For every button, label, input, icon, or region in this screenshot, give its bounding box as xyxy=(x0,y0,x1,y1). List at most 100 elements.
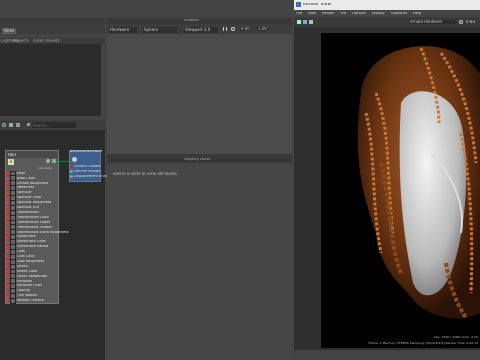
window-controls: × xyxy=(232,1,292,9)
node-hair-close-icon[interactable] xyxy=(46,159,50,163)
render-menu-render[interactable]: Render xyxy=(322,12,334,16)
node-sg-output-label: Volume Shader xyxy=(74,169,101,173)
connection-wire xyxy=(59,161,69,162)
tab-hires[interactable]: Hires xyxy=(2,28,17,34)
port-icon[interactable] xyxy=(6,201,9,205)
settings-icon[interactable] xyxy=(459,20,463,24)
node-attr-label: Metalness xyxy=(17,186,35,190)
port-icon[interactable] xyxy=(6,181,9,185)
port-icon[interactable] xyxy=(6,299,9,303)
render-menu-display[interactable]: Display xyxy=(372,12,385,16)
viewport-dropdown[interactable]: Hardware xyxy=(109,27,137,33)
node-hair-icon: A xyxy=(8,159,14,165)
render-image[interactable]: size: 1920 x 1080 zoom: 0.25 Frame: 1 Me… xyxy=(321,33,480,348)
port-icon[interactable] xyxy=(70,170,73,173)
viewport-dropdown[interactable]: Sphere xyxy=(143,27,177,33)
port-icon[interactable] xyxy=(6,289,9,293)
port-icon[interactable] xyxy=(70,165,73,168)
node-attr-label: Subsurface xyxy=(17,235,36,239)
maximize-icon[interactable] xyxy=(260,3,264,7)
node-attr-label: Base Color xyxy=(17,176,36,180)
port-icon[interactable] xyxy=(6,245,9,249)
pause-icon[interactable] xyxy=(223,27,227,31)
port-icon[interactable] xyxy=(6,176,9,180)
property-editor-message: Select a node to view attributes. xyxy=(113,172,179,176)
node-hair-attrs: Base Base Color Diffuse Roughness Metalness… xyxy=(6,170,69,304)
port-icon[interactable] xyxy=(6,235,9,239)
node-attr-label: Thin Walled xyxy=(17,294,37,298)
node-attr-label: Transmission xyxy=(17,210,39,214)
render-status: Frame: 1 Memory: 3738Mb Sampling: [3/2/2… xyxy=(368,342,478,345)
renderer-dropdown[interactable]: Arnold Renderer xyxy=(409,20,455,24)
port-icon[interactable] xyxy=(6,294,9,298)
node-attr-label: Sheen xyxy=(17,264,28,268)
node-attr-label: Coat Roughness xyxy=(17,259,45,263)
render-menu-ipr[interactable]: IPR xyxy=(341,12,347,16)
port-icon[interactable] xyxy=(6,230,9,234)
node-attr-label: Specular IOR xyxy=(17,206,39,210)
viewport-dropdown[interactable]: Viewport 2.0 xyxy=(184,27,218,33)
node-toolbar xyxy=(0,120,105,130)
render-menu-help[interactable]: Help xyxy=(413,12,421,16)
viewport-value-field[interactable]: 1.00 xyxy=(257,27,268,31)
search-icon xyxy=(27,123,30,126)
node-hair-title: Hair xyxy=(8,153,17,157)
node-hair-settings-icon[interactable] xyxy=(52,159,56,163)
port-icon[interactable] xyxy=(6,211,9,215)
render-menu-snapshot[interactable]: Snapshot xyxy=(391,12,407,16)
node-sg-output[interactable]: Displacement Shader xyxy=(70,174,112,179)
render-view-title: Render View xyxy=(303,3,332,7)
port-icon[interactable] xyxy=(6,186,9,190)
node-attr-label: Subsurface Radius xyxy=(17,245,49,249)
refresh-icon[interactable] xyxy=(231,27,235,31)
port-icon[interactable] xyxy=(6,274,9,278)
close-icon[interactable]: × xyxy=(282,2,287,9)
node-attr-row[interactable]: Normal Camera xyxy=(6,297,44,304)
port-icon[interactable] xyxy=(6,206,9,210)
port-icon[interactable] xyxy=(6,225,9,229)
node-sg-output-label: Displacement Shader xyxy=(74,174,112,178)
port-icon[interactable] xyxy=(6,191,9,195)
refresh-icon[interactable] xyxy=(2,123,6,127)
node-hair[interactable]: Hair A Out Color Base Base Color Diffuse R… xyxy=(5,150,69,304)
port-icon[interactable] xyxy=(6,260,9,264)
port-icon[interactable] xyxy=(6,279,9,283)
node-attr-label: Specular Roughness xyxy=(17,201,52,205)
property-editor-title: Property Editor xyxy=(184,158,211,161)
viewport-value-field[interactable]: 0.00 xyxy=(240,27,251,31)
minimize-icon[interactable] xyxy=(238,5,243,6)
subtab-projects[interactable]: Projects xyxy=(13,39,29,43)
node-shading-group[interactable]: aiStandardSurfaceSG Surface Shader Volum… xyxy=(69,150,112,182)
port-icon[interactable] xyxy=(6,240,9,244)
port-icon[interactable] xyxy=(6,216,9,220)
left-list-area xyxy=(0,44,101,116)
node-attr-label: Normal Camera xyxy=(17,299,44,303)
render-view-toolbar: Arnold Renderer 0.63 xyxy=(294,17,480,27)
subtab-asset-presets[interactable]: Asset Presets xyxy=(33,39,60,43)
port-icon[interactable] xyxy=(6,265,9,269)
port-icon[interactable] xyxy=(6,196,9,200)
port-icon[interactable] xyxy=(6,250,9,254)
search-input[interactable] xyxy=(32,122,76,128)
node-attr-label: Transmission Color xyxy=(17,215,49,219)
port-icon[interactable] xyxy=(6,255,9,259)
render-menu-file[interactable]: File xyxy=(296,12,302,16)
port-icon[interactable] xyxy=(6,284,9,288)
snapshot-icon[interactable] xyxy=(309,20,313,24)
frame-icon[interactable] xyxy=(16,123,20,127)
viewport-canvas[interactable] xyxy=(107,34,292,154)
port-icon[interactable] xyxy=(6,270,9,273)
render-view-titlebar: Render View xyxy=(294,0,480,10)
render-menu-options[interactable]: Options xyxy=(352,12,366,16)
grid-icon[interactable] xyxy=(9,123,13,127)
render-menu-view[interactable]: View xyxy=(308,12,316,16)
render-icon[interactable] xyxy=(297,20,301,24)
property-editor-panel: Select a node to view attributes. xyxy=(107,163,292,360)
ipr-icon[interactable] xyxy=(303,20,307,24)
port-icon[interactable] xyxy=(70,175,73,178)
node-attr-label: Subsurface Color xyxy=(17,240,46,244)
left-panel-tabs: Hires Lightsets xyxy=(0,24,105,34)
zoom-field[interactable]: 0.63 xyxy=(466,20,475,24)
port-icon[interactable] xyxy=(6,172,9,175)
port-icon[interactable] xyxy=(6,221,9,224)
